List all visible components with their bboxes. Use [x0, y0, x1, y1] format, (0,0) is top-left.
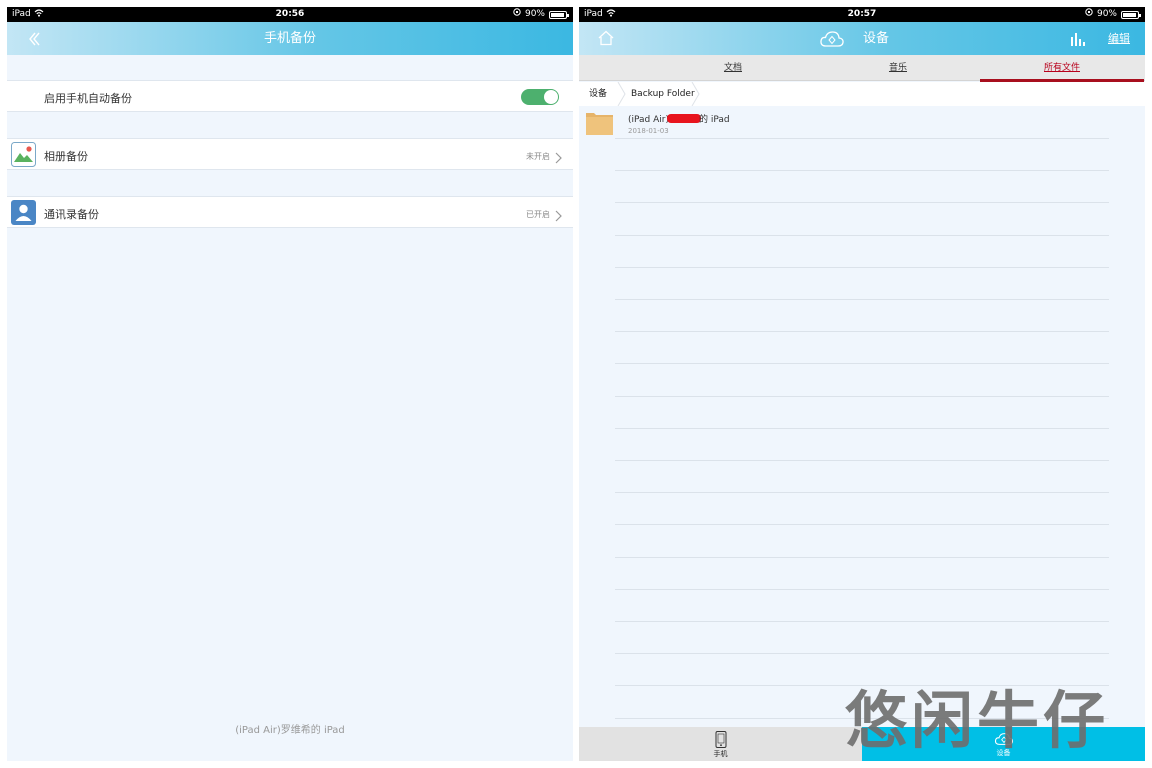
orientation-lock-icon	[513, 7, 521, 22]
clock: 20:56	[275, 9, 305, 19]
album-backup-label: 相册备份	[44, 150, 88, 163]
auto-backup-label: 启用手机自动备份	[44, 92, 132, 105]
status-bar: iPad 20:57 90%	[579, 7, 1145, 22]
list-divider	[615, 557, 1109, 558]
right-screenshot: iPad 20:57 90% 设备 编辑 文档 音乐 所有文件 设备 Backu…	[579, 7, 1145, 761]
list-item[interactable]: (iPad Air) 的 iPad 2018-01-03	[579, 108, 1145, 139]
clock: 20:57	[847, 9, 877, 19]
chevron-right-icon	[554, 149, 562, 164]
list-divider	[615, 170, 1109, 171]
list-divider	[615, 138, 1109, 139]
breadcrumb-backup-folder[interactable]: Backup Folder	[631, 82, 695, 106]
battery-icon	[549, 10, 569, 19]
list-divider	[615, 492, 1109, 493]
list-divider	[615, 460, 1109, 461]
redaction-mark	[667, 114, 701, 123]
list-divider	[615, 299, 1109, 300]
toggle-knob	[544, 90, 558, 104]
album-backup-status: 未开启	[526, 152, 550, 161]
battery-percent: 90%	[1096, 9, 1117, 19]
orientation-lock-icon	[1085, 7, 1093, 22]
phone-icon	[579, 731, 862, 748]
battery-fill	[1123, 12, 1136, 17]
contacts-icon	[11, 200, 36, 225]
contacts-backup-row[interactable]: 通讯录备份 已开启	[7, 196, 573, 228]
list-divider	[615, 202, 1109, 203]
tab-all-files[interactable]: 所有文件	[980, 55, 1144, 82]
list-divider	[615, 589, 1109, 590]
list-divider	[615, 524, 1109, 525]
auto-backup-row: 启用手机自动备份	[7, 80, 573, 112]
device-name-footer: (iPad Air)罗维希的 iPad	[235, 725, 345, 736]
list-divider	[615, 653, 1109, 654]
list-divider	[615, 396, 1109, 397]
battery-icon	[1121, 10, 1141, 19]
breadcrumb-separator-icon	[691, 81, 701, 107]
tab-music[interactable]: 音乐	[816, 55, 980, 81]
breadcrumb: 设备 Backup Folder	[579, 81, 1145, 107]
left-screenshot: iPad 20:56 90% 手机备份 启用手机自动备份 相册备份 未开启 通讯…	[7, 7, 573, 761]
cloud-sync-icon	[819, 29, 845, 49]
edit-button[interactable]: 编辑	[1108, 22, 1130, 55]
list-divider	[615, 267, 1109, 268]
photo-album-icon	[11, 142, 36, 167]
page-title: 手机备份	[263, 31, 316, 46]
file-date: 2018-01-03	[628, 127, 669, 135]
list-divider	[615, 363, 1109, 364]
status-bar: iPad 20:56 90%	[7, 7, 573, 22]
breadcrumb-device[interactable]: 设备	[589, 82, 607, 106]
breadcrumb-separator-icon	[617, 81, 627, 107]
auto-backup-toggle[interactable]	[521, 89, 559, 105]
tab-phone[interactable]: 手机	[579, 727, 862, 761]
nav-bar: 手机备份	[7, 22, 573, 55]
category-tabs: 文档 音乐 所有文件	[579, 55, 1145, 82]
nav-bar: 设备 编辑	[579, 22, 1145, 55]
contacts-backup-status: 已开启	[526, 210, 550, 219]
chevron-right-icon	[554, 207, 562, 222]
page-title: 设备	[863, 31, 890, 46]
list-divider	[615, 331, 1109, 332]
list-divider	[615, 235, 1109, 236]
list-divider	[615, 621, 1109, 622]
home-icon[interactable]	[597, 29, 615, 47]
folder-icon	[586, 111, 613, 135]
battery-percent: 90%	[524, 9, 545, 19]
list-divider	[615, 428, 1109, 429]
tab-documents[interactable]: 文档	[651, 55, 815, 81]
bar-chart-icon[interactable]	[1070, 31, 1086, 46]
contacts-backup-label: 通讯录备份	[44, 208, 99, 221]
album-backup-row[interactable]: 相册备份 未开启	[7, 138, 573, 170]
battery-fill	[551, 12, 564, 17]
file-name: (iPad Air) 的 iPad	[628, 114, 730, 125]
watermark-text: 悠闲牛仔	[845, 684, 1110, 757]
